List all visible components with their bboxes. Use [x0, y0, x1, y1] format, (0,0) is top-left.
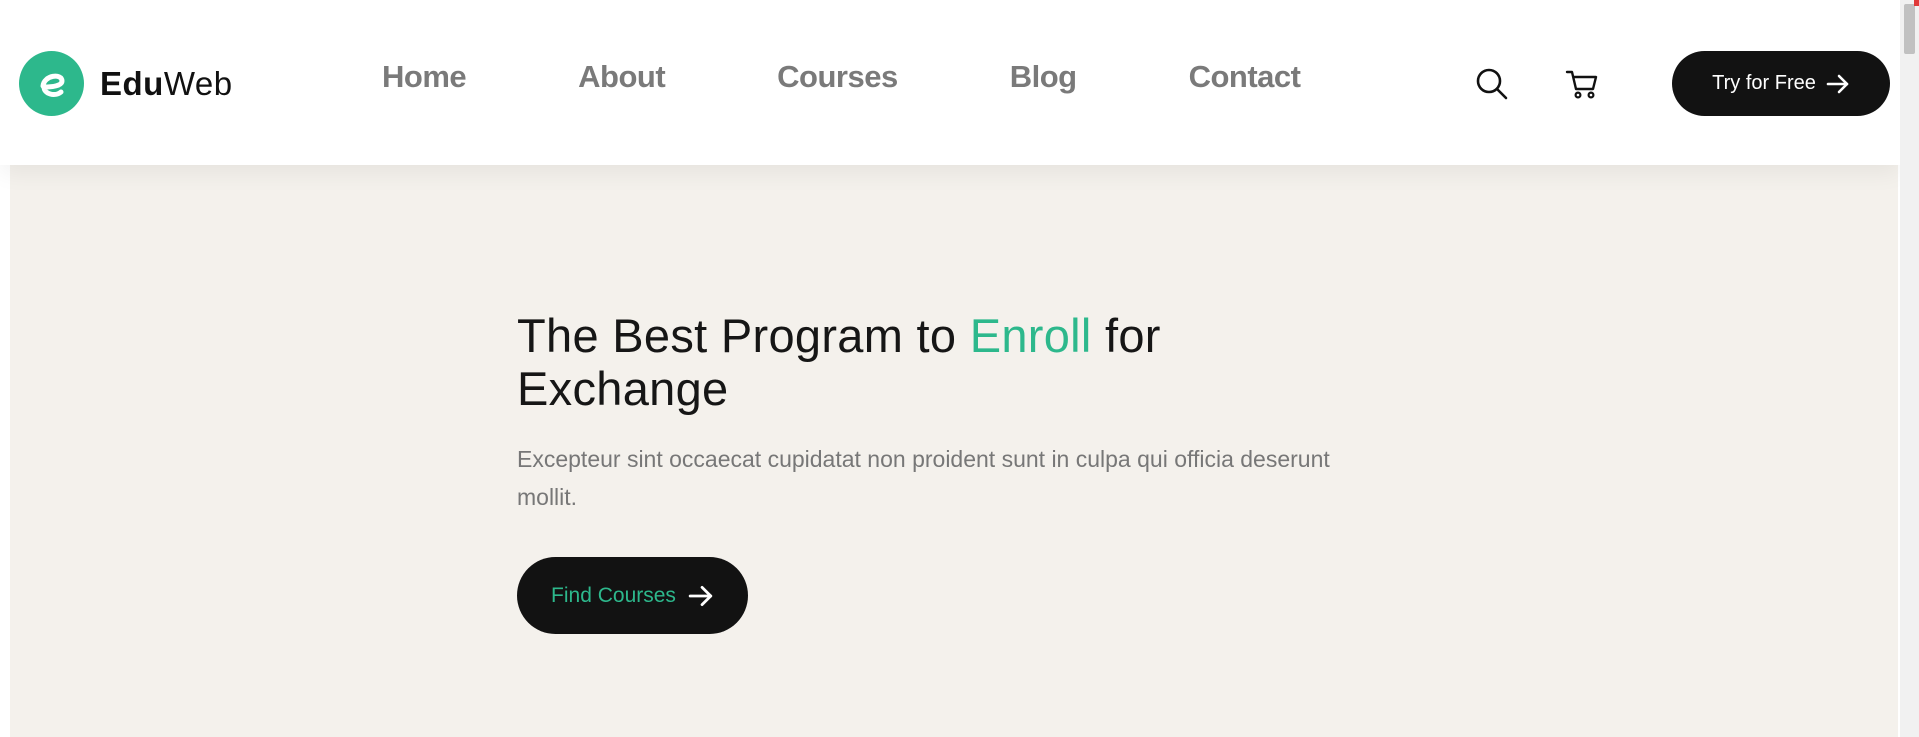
- eduweb-logo-icon: [19, 51, 84, 116]
- cart-icon: [1565, 70, 1598, 99]
- page: EduWeb Home About Courses Blog Contact T…: [0, 0, 1919, 737]
- arrow-right-icon: [1826, 74, 1849, 93]
- scroll-marker: [1914, 0, 1919, 6]
- nav-home[interactable]: Home: [382, 59, 467, 95]
- search-button[interactable]: [1472, 64, 1512, 104]
- find-courses-button[interactable]: Find Courses: [517, 557, 748, 634]
- nav-about[interactable]: About: [578, 59, 666, 95]
- arrow-right-icon: [688, 585, 713, 606]
- try-for-free-label: Try for Free: [1712, 72, 1816, 94]
- nav-contact[interactable]: Contact: [1189, 59, 1301, 95]
- logo-text-regular: Web: [163, 65, 233, 102]
- hero-title-start: The Best Program to: [517, 309, 970, 362]
- page-scrollbar[interactable]: [1900, 0, 1919, 737]
- cart-button[interactable]: [1562, 64, 1602, 104]
- nav-courses[interactable]: Courses: [777, 59, 898, 95]
- logo-text: EduWeb: [100, 67, 233, 100]
- scrollbar-thumb[interactable]: [1904, 4, 1915, 54]
- site-header: EduWeb Home About Courses Blog Contact T…: [0, 0, 1900, 165]
- hero-title-accent: Enroll: [969, 309, 1092, 362]
- nav-blog[interactable]: Blog: [1010, 59, 1077, 95]
- hero-section: The Best Program to Enroll for Exchange …: [10, 165, 1898, 737]
- site-logo[interactable]: EduWeb: [19, 51, 233, 116]
- find-courses-label: Find Courses: [551, 583, 676, 607]
- try-for-free-button[interactable]: Try for Free: [1672, 51, 1890, 116]
- search-icon: [1476, 68, 1508, 100]
- hero-title: The Best Program to Enroll for Exchange: [517, 309, 1277, 415]
- main-nav: Home About Courses Blog Contact: [382, 57, 1301, 97]
- logo-text-bold: Edu: [100, 65, 164, 102]
- hero-description: Excepteur sint occaecat cupidatat non pr…: [517, 446, 1330, 510]
